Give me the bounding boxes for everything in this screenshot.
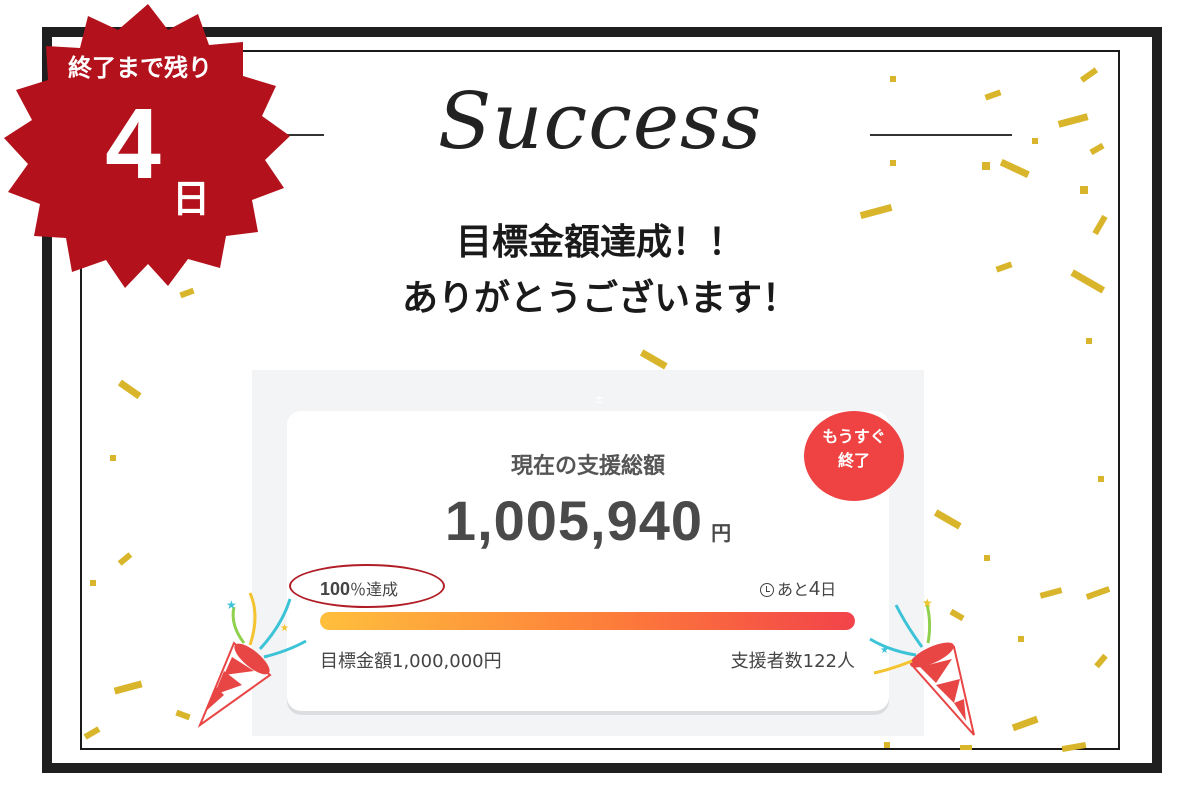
svg-text:★: ★ (280, 623, 289, 634)
remaining-days: 4 (809, 578, 821, 600)
title-rule-right (870, 134, 1012, 136)
badge-days-number: 4 (105, 88, 161, 200)
achievement-suffix: ％達成 (350, 580, 399, 599)
countdown-badge: 終了まで残り 4 日 (0, 0, 300, 300)
svg-text:★: ★ (226, 598, 237, 612)
time-remaining: あと4日 (760, 576, 836, 601)
svg-text:★: ★ (922, 596, 933, 610)
funding-progress-bar (320, 612, 855, 630)
ending-soon-badge: もうすぐ 終了 (804, 411, 904, 501)
funding-total-heading: 現在の支援総額 (510, 454, 665, 479)
badge-label: 終了まで残り (68, 54, 212, 82)
badge-days-unit: 日 (172, 177, 211, 221)
party-popper-right-icon: ★ ★ (869, 596, 975, 736)
achievement-rate: 100％達成 (320, 576, 398, 600)
success-title: Success (437, 77, 763, 167)
funding-amount: 1,005,940 円 (287, 488, 889, 553)
svg-text:★: ★ (880, 645, 889, 656)
clock-icon (760, 583, 774, 597)
party-popper-left-icon: ★ ★ (197, 592, 307, 728)
funding-progress-fill (320, 612, 855, 630)
headline: 目標金額達成！！ ありがとうございます！ (300, 214, 900, 326)
ending-soon-line-1: もうすぐ (822, 427, 886, 446)
amount-value: 1,005,940 (444, 489, 704, 552)
remaining-unit: 日 (820, 580, 837, 599)
achievement-percent: 100 (320, 579, 351, 599)
headline-line-2: ありがとうございます！ (401, 277, 798, 319)
remaining-prefix: あと (777, 580, 810, 599)
amount-unit: 円 (711, 521, 732, 545)
ending-soon-line-2: 終了 (837, 451, 870, 470)
backer-count: 支援者数122人 (730, 651, 855, 672)
widget-marker: ± (594, 392, 605, 406)
goal-amount: 目標金額1,000,000円 (320, 651, 502, 672)
headline-line-1: 目標金額達成！！ (455, 221, 744, 263)
